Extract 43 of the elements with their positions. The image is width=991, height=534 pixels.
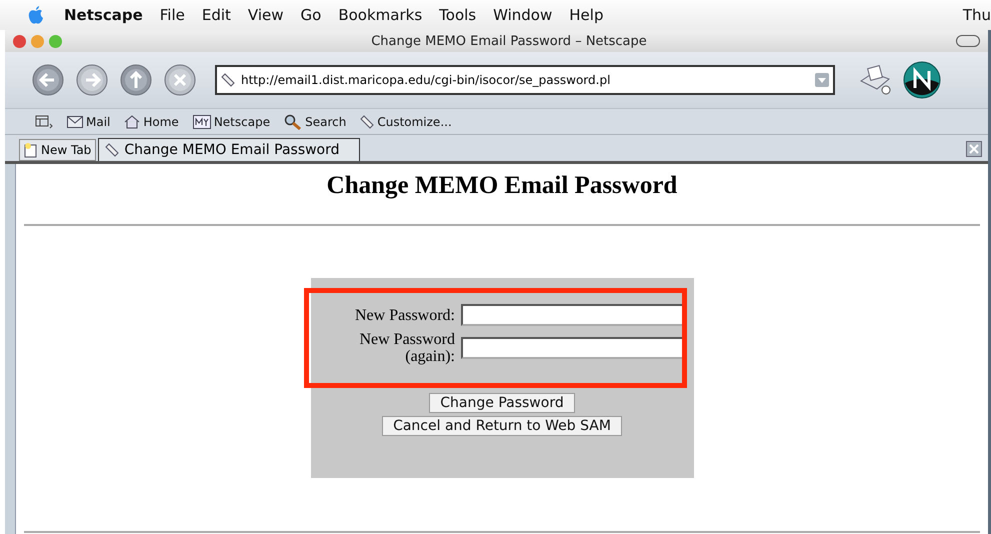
page-heading: Change MEMO Email Password [326,172,678,200]
search-icon [284,114,302,130]
menu-item[interactable]: View [248,6,284,24]
form-button[interactable]: Cancel and Return to Web SAM [382,416,622,436]
envelope-icon [67,116,83,128]
bookmark-link[interactable]: Mail [67,114,110,128]
sidebar-icon[interactable] [35,114,53,128]
menu-item[interactable]: Window [493,6,552,24]
menu-item[interactable]: Bookmarks [338,6,422,24]
url-field[interactable]: http://email1.dist.maricopa.edu/cgi-bin/isocor/se_password.pl [215,65,835,95]
menu-clock: Thu [962,6,991,24]
menu-item[interactable]: Netscape [64,6,143,24]
form-button[interactable]: Change Password [429,393,575,413]
sidebar-grip[interactable] [5,164,16,534]
toolbar-toggle-button[interactable] [956,35,980,47]
menu-item[interactable]: Help [569,6,604,24]
close-window-button[interactable] [13,34,26,48]
my-icon [192,114,211,128]
new-tab-button[interactable]: New Tab [19,139,96,161]
menu-item[interactable]: Go [300,6,322,24]
menu-item[interactable]: Tools [439,6,476,24]
bookmark-icon [221,73,235,87]
back-button[interactable] [31,63,65,97]
stop-button[interactable] [163,63,197,97]
bookmark-link[interactable]: Customize... [360,114,452,128]
field-label: New Password (again): [358,331,455,365]
reload-button[interactable] [119,63,153,97]
bookmark-icon [105,143,120,157]
new-tab-icon [24,142,38,158]
menu-item[interactable]: File [160,6,185,24]
bookmark-link[interactable]: Home [124,114,179,128]
home-icon [124,114,140,128]
bookmark-link[interactable]: Search [284,114,346,130]
bookmark-link[interactable]: Netscape [192,114,270,128]
bookmark-icon [360,114,374,128]
forward-button[interactable] [75,63,109,97]
window-title: Change MEMO Email Password – Netscape [370,34,648,48]
menu-item[interactable]: Edit [202,6,231,24]
apple-icon[interactable] [28,6,44,24]
field-label: New Password: [354,306,455,324]
close-tab-icon[interactable] [966,141,982,157]
browser-tab[interactable]: Change MEMO Email Password [98,138,360,161]
netscape-logo-icon[interactable] [903,61,941,99]
